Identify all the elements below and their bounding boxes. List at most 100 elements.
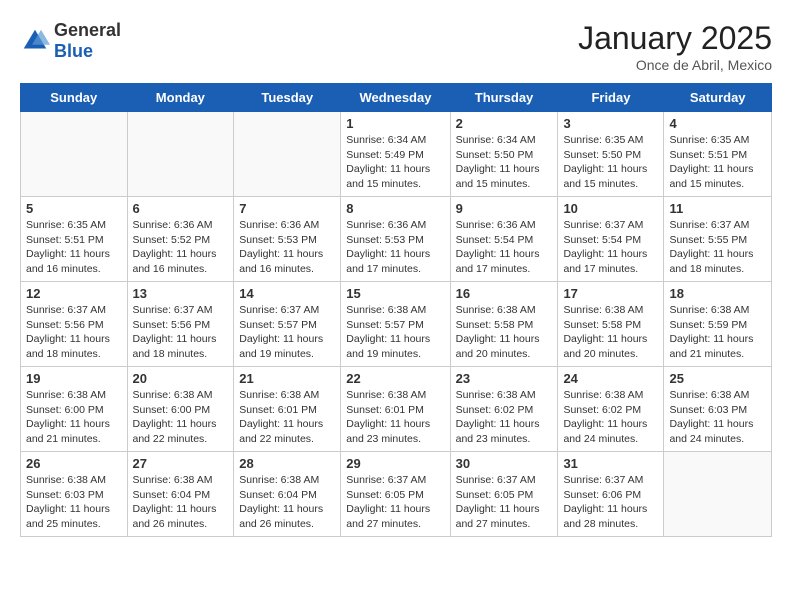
day-cell-22: 22Sunrise: 6:38 AM Sunset: 6:01 PM Dayli… <box>341 367 450 452</box>
day-number: 28 <box>239 456 335 471</box>
day-cell-23: 23 Sunrise: 6:38 AM Sunset: 6:02 PM Dayli… <box>450 367 558 452</box>
day-number: 13 <box>133 286 229 301</box>
day-cell-26: 26 Sunrise: 6:38 AM Sunset: 6:03 PM Dayli… <box>21 452 128 537</box>
week-row-1: 1 Sunrise: 6:34 AM Sunset: 5:49 PM Daylig… <box>21 112 772 197</box>
day-number: 12 <box>26 286 122 301</box>
day-cell-13: 13Sunrise: 6:37 AM Sunset: 5:56 PM Dayli… <box>127 282 234 367</box>
day-cell-11: 11 Sunrise: 6:37 AM Sunset: 5:55 PM Dayli… <box>664 197 772 282</box>
logo-text: General Blue <box>54 20 121 62</box>
day-number: 21 <box>239 371 335 386</box>
page-header: General Blue January 2025 Once de Abril,… <box>20 20 772 73</box>
day-cell-16: 16Sunrise: 6:38 AM Sunset: 5:58 PM Dayli… <box>450 282 558 367</box>
weekday-header-row: SundayMondayTuesdayWednesdayThursdayFrid… <box>21 84 772 112</box>
day-number: 19 <box>26 371 122 386</box>
day-info: Sunrise: 6:36 AM Sunset: 5:53 PM Dayligh… <box>239 218 335 277</box>
day-info: Sunrise: 6:38 AM Sunset: 5:59 PM Dayligh… <box>669 303 766 362</box>
day-number: 4 <box>669 116 766 131</box>
day-info: Sunrise: 6:37 AM Sunset: 6:05 PM Dayligh… <box>346 473 444 532</box>
day-number: 6 <box>133 201 229 216</box>
day-cell-21: 21 Sunrise: 6:38 AM Sunset: 6:01 PM Dayli… <box>234 367 341 452</box>
weekday-header-friday: Friday <box>558 84 664 112</box>
day-cell-27: 27 Sunrise: 6:38 AM Sunset: 6:04 PM Dayli… <box>127 452 234 537</box>
day-number: 15 <box>346 286 444 301</box>
day-cell-9: 9 Sunrise: 6:36 AM Sunset: 5:54 PM Daylig… <box>450 197 558 282</box>
day-info: Sunrise: 6:36 AM Sunset: 5:54 PM Dayligh… <box>456 218 553 277</box>
day-number: 20 <box>133 371 229 386</box>
day-number: 22 <box>346 371 444 386</box>
day-info: Sunrise: 6:38 AM Sunset: 6:00 PM Dayligh… <box>26 388 122 447</box>
day-cell-14: 14Sunrise: 6:37 AM Sunset: 5:57 PM Dayli… <box>234 282 341 367</box>
day-cell-4: 4 Sunrise: 6:35 AM Sunset: 5:51 PM Daylig… <box>664 112 772 197</box>
day-info: Sunrise: 6:35 AM Sunset: 5:51 PM Dayligh… <box>26 218 122 277</box>
day-info: Sunrise: 6:38 AM Sunset: 5:58 PM Dayligh… <box>456 303 553 362</box>
day-cell-10: 10Sunrise: 6:37 AM Sunset: 5:54 PM Dayli… <box>558 197 664 282</box>
day-number: 9 <box>456 201 553 216</box>
day-info: Sunrise: 6:37 AM Sunset: 5:55 PM Dayligh… <box>669 218 766 277</box>
day-cell-3: 3 Sunrise: 6:35 AM Sunset: 5:50 PM Daylig… <box>558 112 664 197</box>
day-info: Sunrise: 6:34 AM Sunset: 5:49 PM Dayligh… <box>346 133 444 192</box>
day-number: 27 <box>133 456 229 471</box>
logo-general: General <box>54 20 121 41</box>
day-info: Sunrise: 6:35 AM Sunset: 5:50 PM Dayligh… <box>563 133 658 192</box>
empty-cell <box>21 112 128 197</box>
day-number: 24 <box>563 371 658 386</box>
day-info: Sunrise: 6:38 AM Sunset: 6:03 PM Dayligh… <box>669 388 766 447</box>
day-info: Sunrise: 6:34 AM Sunset: 5:50 PM Dayligh… <box>456 133 553 192</box>
day-info: Sunrise: 6:37 AM Sunset: 5:56 PM Dayligh… <box>26 303 122 362</box>
day-cell-8: 8 Sunrise: 6:36 AM Sunset: 5:53 PM Daylig… <box>341 197 450 282</box>
day-number: 5 <box>26 201 122 216</box>
day-cell-15: 15Sunrise: 6:38 AM Sunset: 5:57 PM Dayli… <box>341 282 450 367</box>
day-number: 18 <box>669 286 766 301</box>
day-cell-25: 25 Sunrise: 6:38 AM Sunset: 6:03 PM Dayli… <box>664 367 772 452</box>
day-number: 14 <box>239 286 335 301</box>
day-info: Sunrise: 6:36 AM Sunset: 5:52 PM Dayligh… <box>133 218 229 277</box>
week-row-4: 19 Sunrise: 6:38 AM Sunset: 6:00 PM Dayli… <box>21 367 772 452</box>
day-info: Sunrise: 6:37 AM Sunset: 6:05 PM Dayligh… <box>456 473 553 532</box>
day-number: 2 <box>456 116 553 131</box>
day-cell-29: 29 Sunrise: 6:37 AM Sunset: 6:05 PM Dayli… <box>341 452 450 537</box>
weekday-header-wednesday: Wednesday <box>341 84 450 112</box>
day-number: 25 <box>669 371 766 386</box>
empty-cell <box>234 112 341 197</box>
day-cell-31: 31 Sunrise: 6:37 AM Sunset: 6:06 PM Dayli… <box>558 452 664 537</box>
day-cell-7: 7 Sunrise: 6:36 AM Sunset: 5:53 PM Daylig… <box>234 197 341 282</box>
logo: General Blue <box>20 20 121 62</box>
day-cell-12: 12 Sunrise: 6:37 AM Sunset: 5:56 PM Dayli… <box>21 282 128 367</box>
day-number: 23 <box>456 371 553 386</box>
day-number: 29 <box>346 456 444 471</box>
day-info: Sunrise: 6:37 AM Sunset: 6:06 PM Dayligh… <box>563 473 658 532</box>
day-info: Sunrise: 6:38 AM Sunset: 5:58 PM Dayligh… <box>563 303 658 362</box>
day-number: 1 <box>346 116 444 131</box>
calendar-title: January 2025 <box>578 20 772 57</box>
weekday-header-tuesday: Tuesday <box>234 84 341 112</box>
day-number: 11 <box>669 201 766 216</box>
day-number: 3 <box>563 116 658 131</box>
day-cell-1: 1 Sunrise: 6:34 AM Sunset: 5:49 PM Daylig… <box>341 112 450 197</box>
day-number: 31 <box>563 456 658 471</box>
day-info: Sunrise: 6:38 AM Sunset: 6:04 PM Dayligh… <box>133 473 229 532</box>
weekday-header-saturday: Saturday <box>664 84 772 112</box>
day-number: 10 <box>563 201 658 216</box>
day-cell-24: 24 Sunrise: 6:38 AM Sunset: 6:02 PM Dayli… <box>558 367 664 452</box>
day-cell-6: 6 Sunrise: 6:36 AM Sunset: 5:52 PM Daylig… <box>127 197 234 282</box>
day-info: Sunrise: 6:38 AM Sunset: 6:01 PM Dayligh… <box>239 388 335 447</box>
day-number: 8 <box>346 201 444 216</box>
day-info: Sunrise: 6:35 AM Sunset: 5:51 PM Dayligh… <box>669 133 766 192</box>
week-row-2: 5 Sunrise: 6:35 AM Sunset: 5:51 PM Daylig… <box>21 197 772 282</box>
week-row-3: 12 Sunrise: 6:37 AM Sunset: 5:56 PM Dayli… <box>21 282 772 367</box>
day-cell-2: 2 Sunrise: 6:34 AM Sunset: 5:50 PM Daylig… <box>450 112 558 197</box>
day-info: Sunrise: 6:38 AM Sunset: 6:02 PM Dayligh… <box>563 388 658 447</box>
logo-blue: Blue <box>54 41 121 62</box>
weekday-header-monday: Monday <box>127 84 234 112</box>
calendar-location: Once de Abril, Mexico <box>578 57 772 73</box>
day-number: 30 <box>456 456 553 471</box>
day-info: Sunrise: 6:38 AM Sunset: 6:02 PM Dayligh… <box>456 388 553 447</box>
day-info: Sunrise: 6:36 AM Sunset: 5:53 PM Dayligh… <box>346 218 444 277</box>
day-number: 7 <box>239 201 335 216</box>
logo-icon <box>20 26 50 56</box>
day-number: 26 <box>26 456 122 471</box>
day-info: Sunrise: 6:38 AM Sunset: 6:03 PM Dayligh… <box>26 473 122 532</box>
day-cell-17: 17Sunrise: 6:38 AM Sunset: 5:58 PM Dayli… <box>558 282 664 367</box>
empty-cell <box>664 452 772 537</box>
day-info: Sunrise: 6:38 AM Sunset: 6:04 PM Dayligh… <box>239 473 335 532</box>
